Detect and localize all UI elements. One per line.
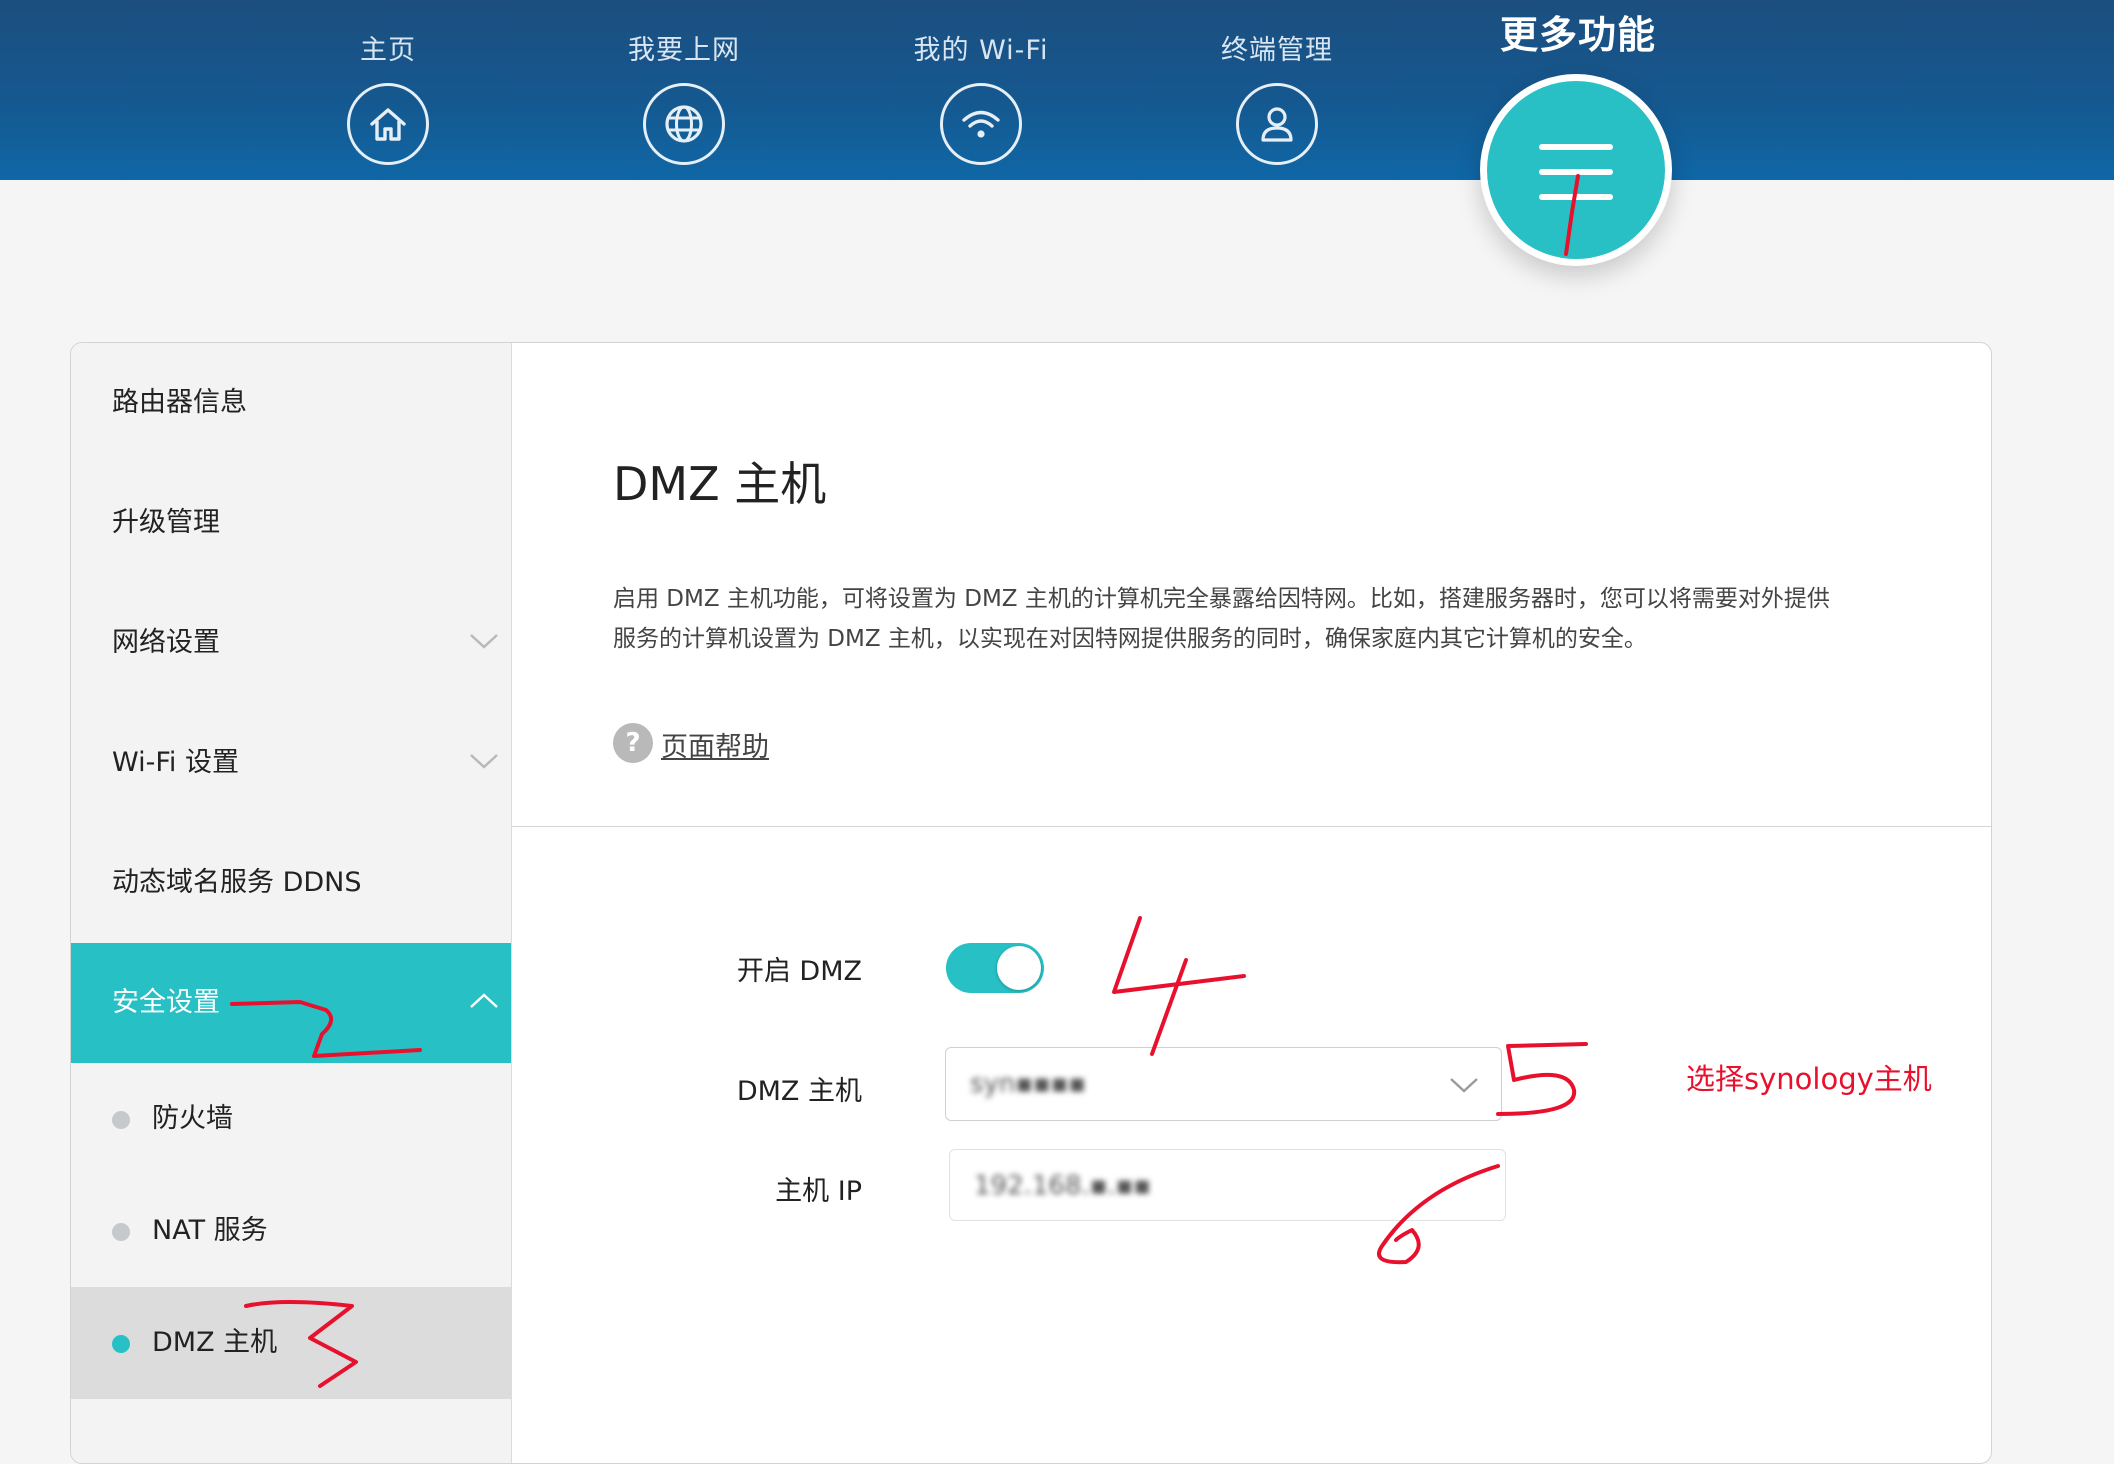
nav-item-label: 更多功能 — [1499, 13, 1656, 57]
nav-item-internet[interactable]: 我要上网 — [564, 0, 804, 165]
sidebar-item-upgrade[interactable]: 升级管理 — [71, 463, 511, 583]
sidebar-subitem-label: DMZ 主机 — [152, 1327, 278, 1358]
help-label[interactable]: 页面帮助 — [661, 725, 769, 764]
sidebar-item-label: 动态域名服务 DDNS — [112, 867, 362, 898]
sidebar-item-wifi[interactable]: Wi-Fi 设置 — [71, 703, 511, 823]
chevron-down-icon — [470, 634, 498, 649]
host-ip-label: 主机 IP — [775, 1176, 862, 1207]
chevron-down-icon — [1450, 1078, 1478, 1093]
sidebar-item-security[interactable]: 安全设置 — [71, 943, 511, 1063]
menu-bar — [1539, 144, 1613, 150]
sidebar-subitem-label: 防火墙 — [152, 1103, 233, 1134]
page-title: DMZ 主机 — [613, 457, 827, 511]
home-icon[interactable] — [347, 83, 429, 165]
bullet-icon — [112, 1223, 130, 1241]
description-line: 服务的计算机设置为 DMZ 主机，以实现在对因特网提供服务的同时，确保家庭内其它… — [613, 626, 1647, 652]
enable-dmz-toggle[interactable] — [946, 943, 1044, 993]
dmz-host-select[interactable]: syn▪▪▪▪ — [945, 1047, 1502, 1121]
sidebar-subitem-label: NAT 服务 — [152, 1215, 268, 1246]
main-content: DMZ 主机 启用 DMZ 主机功能，可将设置为 DMZ 主机的计算机完全暴露给… — [512, 343, 1991, 1463]
menu-bar — [1539, 169, 1613, 175]
nav-item-label: 我要上网 — [628, 35, 740, 66]
sidebar-item-label: 安全设置 — [112, 987, 220, 1018]
toggle-knob — [997, 946, 1041, 990]
sidebar: 路由器信息 升级管理 网络设置 Wi-Fi 设置 动态域名服务 DDNS 安全设… — [71, 343, 512, 1463]
enable-dmz-label: 开启 DMZ — [736, 956, 862, 987]
description-line: 启用 DMZ 主机功能，可将设置为 DMZ 主机的计算机完全暴露给因特网。比如，… — [613, 586, 1830, 612]
sidebar-item-network[interactable]: 网络设置 — [71, 583, 511, 703]
sidebar-item-ddns[interactable]: 动态域名服务 DDNS — [71, 823, 511, 943]
nav-item-label: 终端管理 — [1221, 35, 1333, 66]
sidebar-subitem-nat[interactable]: NAT 服务 — [71, 1175, 511, 1287]
menu-bar — [1539, 194, 1613, 200]
nav-item-more[interactable]: 更多功能 — [1458, 0, 1698, 59]
chevron-down-icon — [470, 754, 498, 769]
dmz-host-value: syn▪▪▪▪ — [970, 1069, 1086, 1099]
annotation-note: 选择synology主机 — [1686, 1062, 1932, 1096]
dmz-host-label: DMZ 主机 — [736, 1076, 862, 1107]
page-description: 启用 DMZ 主机功能，可将设置为 DMZ 主机的计算机完全暴露给因特网。比如，… — [613, 579, 1913, 659]
wifi-icon[interactable] — [940, 83, 1022, 165]
sidebar-item-label: 路由器信息 — [112, 387, 247, 418]
nav-item-wifi[interactable]: 我的 Wi-Fi — [861, 0, 1101, 165]
bullet-icon — [112, 1335, 130, 1353]
nav-item-devices[interactable]: 终端管理 — [1157, 0, 1397, 165]
help-icon: ? — [613, 723, 653, 763]
user-icon[interactable] — [1236, 83, 1318, 165]
settings-panel: 路由器信息 升级管理 网络设置 Wi-Fi 设置 动态域名服务 DDNS 安全设… — [70, 342, 1992, 1464]
sidebar-item-router-info[interactable]: 路由器信息 — [71, 343, 511, 463]
bullet-icon — [112, 1111, 130, 1129]
sidebar-item-label: 网络设置 — [112, 627, 220, 658]
sidebar-subitem-firewall[interactable]: 防火墙 — [71, 1063, 511, 1175]
sidebar-item-label: Wi-Fi 设置 — [112, 747, 239, 778]
top-navigation: 主页 我要上网 我的 Wi-Fi 终端管理 更多功能 — [0, 0, 2114, 180]
chevron-up-icon — [470, 993, 498, 1008]
menu-icon[interactable] — [1480, 74, 1672, 266]
host-ip-input[interactable]: 192.168.▪.▪▪ — [949, 1149, 1506, 1221]
globe-icon[interactable] — [643, 83, 725, 165]
nav-item-label: 主页 — [360, 35, 416, 66]
nav-item-home[interactable]: 主页 — [268, 0, 508, 165]
divider — [512, 826, 1991, 827]
host-ip-value: 192.168.▪.▪▪ — [974, 1171, 1151, 1201]
sidebar-subitem-dmz[interactable]: DMZ 主机 — [71, 1287, 511, 1399]
nav-item-label: 我的 Wi-Fi — [913, 35, 1049, 66]
sidebar-item-label: 升级管理 — [112, 507, 220, 538]
